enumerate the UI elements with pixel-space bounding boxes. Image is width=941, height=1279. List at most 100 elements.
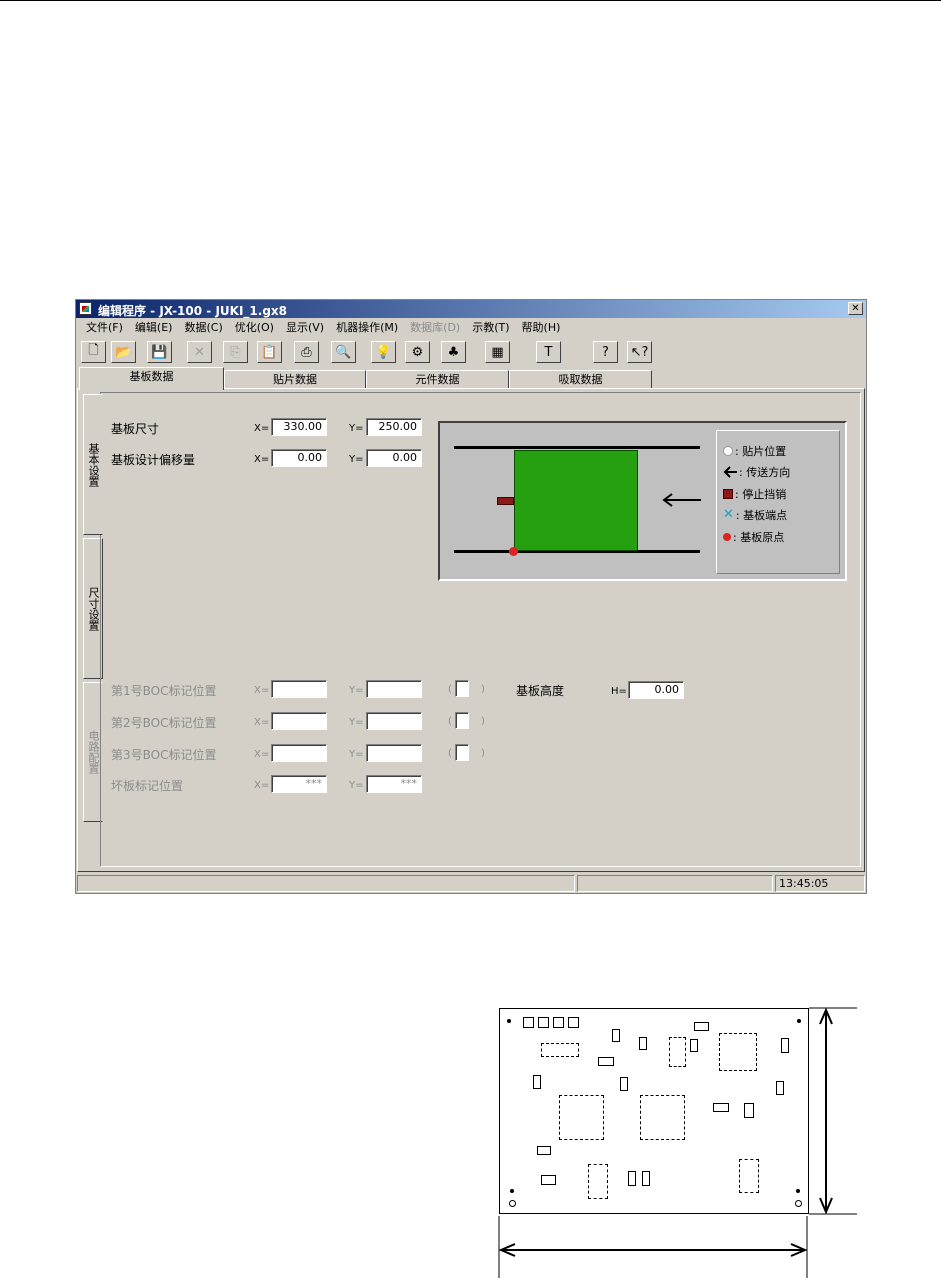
x-prefix: X=: [254, 454, 270, 465]
bad-mark-label: 坏板标记位置: [111, 779, 184, 793]
origin-dot-icon: [723, 533, 731, 541]
pcb-dimension-lines: [498, 1007, 857, 1278]
conveyor-rail-top: [454, 446, 700, 449]
x-prefix: X=: [254, 717, 270, 728]
stop-pin-marker: [497, 497, 514, 505]
h-prefix: H=: [611, 686, 627, 697]
tab-component-data[interactable]: 元件数据: [366, 370, 509, 389]
lightbulb-icon: 💡: [375, 344, 392, 360]
legend-item: : 贴片位置: [723, 443, 786, 459]
boc-mark-y-field[interactable]: [366, 712, 422, 730]
boc-mark-x-field[interactable]: [271, 744, 327, 762]
boc-mark-label: 第3号BOC标记位置: [111, 748, 217, 762]
side-tab-label: 基本设置: [87, 442, 100, 487]
print-icon: ⎙: [301, 344, 312, 360]
text-button[interactable]: T: [536, 341, 561, 363]
tab-pickup-data[interactable]: 吸取数据: [509, 370, 652, 389]
boc-mark-checkbox[interactable]: [455, 680, 469, 697]
legend-item: : 基板原点: [723, 529, 784, 545]
paren-open: (: [448, 716, 452, 727]
boc-mark-y-field[interactable]: [366, 744, 422, 762]
boc-mark-label: 第1号BOC标记位置: [111, 684, 217, 698]
side-tab-label: 电路配置: [87, 730, 100, 774]
menu-item[interactable]: 机器操作(M): [330, 320, 404, 336]
status-cell-main: [77, 875, 575, 892]
menu-item[interactable]: 示教(T): [466, 320, 515, 336]
paren-close: ): [481, 684, 485, 695]
tab-label: 基板数据: [129, 370, 174, 383]
machine-icon: ⚙: [411, 344, 424, 360]
boc-mark-x-field[interactable]: [271, 712, 327, 730]
tab-label: 贴片数据: [273, 373, 317, 386]
binoculars-icon: 🔍: [335, 344, 352, 360]
tab-label: 吸取数据: [558, 373, 603, 386]
bad-mark-y-field[interactable]: ***: [366, 775, 422, 793]
open-folder-button[interactable]: 📂: [111, 341, 136, 363]
boc-mark-y-field[interactable]: [366, 680, 422, 698]
side-tab-basic[interactable]: 基本设置: [83, 394, 103, 535]
menu-item[interactable]: 显示(V): [280, 320, 330, 336]
status-cell-2: [577, 875, 773, 892]
new-file-icon: 🗋: [88, 343, 99, 358]
x-prefix: X=: [254, 780, 270, 791]
board-height-label: 基板高度: [516, 684, 565, 698]
arrow-left-icon: [723, 466, 737, 478]
save-icon: 💾: [151, 344, 168, 360]
boc-mark-x-field[interactable]: [271, 680, 327, 698]
y-prefix: Y=: [349, 423, 364, 434]
board-offset-y-field[interactable]: 0.00: [366, 449, 422, 467]
menu-item[interactable]: 编辑(E): [129, 320, 179, 336]
legend-text: : 贴片位置: [735, 445, 787, 458]
paste-icon: 📋: [261, 344, 278, 360]
board-diagram: : 贴片位置 : 传送方向 : 停止挡销 ✕ : 基板端点 : 基板原点: [438, 421, 847, 581]
x-prefix: X=: [254, 685, 270, 696]
cut-button[interactable]: ✕: [187, 341, 212, 363]
paren-open: (: [448, 748, 452, 759]
stop-pin-icon: [723, 489, 733, 499]
open-folder-icon: 📂: [115, 344, 132, 360]
boc-mark-checkbox[interactable]: [455, 712, 469, 729]
diagram-legend: : 贴片位置 : 传送方向 : 停止挡销 ✕ : 基板端点 : 基板原点: [716, 430, 840, 574]
tab-label: 元件数据: [415, 373, 460, 386]
new-file-button[interactable]: 🗋: [81, 341, 106, 363]
paste-button[interactable]: 📋: [257, 341, 282, 363]
board-button[interactable]: ▦: [485, 341, 510, 363]
board-edge-icon: ✕: [723, 507, 734, 522]
context-help-button[interactable]: ↖?: [627, 341, 652, 363]
x-prefix: X=: [254, 749, 270, 760]
board-size-y-field[interactable]: 250.00: [366, 418, 422, 436]
menu-item[interactable]: 帮助(H): [516, 320, 567, 336]
legend-item: ✕ : 基板端点: [723, 507, 787, 523]
close-button[interactable]: ✕: [848, 302, 863, 315]
copy-icon: ⎘: [230, 344, 241, 360]
copy-button[interactable]: ⎘: [223, 341, 248, 363]
tab-placement-data[interactable]: 贴片数据: [224, 370, 366, 389]
menu-item[interactable]: 文件(F): [80, 320, 129, 336]
parts-button[interactable]: ♣: [441, 341, 466, 363]
legend-text: : 基板原点: [733, 531, 785, 544]
context-help-icon: ↖?: [630, 344, 649, 360]
app-icon: [79, 302, 92, 315]
board-size-x-field[interactable]: 330.00: [271, 418, 327, 436]
help-button[interactable]: ?: [593, 341, 618, 363]
paren-open: (: [448, 684, 452, 695]
board-height-field[interactable]: 0.00: [628, 681, 684, 699]
pcb-board-shape: [514, 450, 638, 551]
machine-button[interactable]: ⚙: [405, 341, 430, 363]
board-icon: ▦: [491, 344, 504, 360]
cut-icon: ✕: [194, 344, 205, 360]
tab-board-data[interactable]: 基板数据: [79, 367, 224, 390]
text-icon: T: [544, 344, 553, 360]
menu-item[interactable]: 数据(C): [178, 320, 228, 336]
window-title: 编辑程序 - JX-100 - JUKI_1.gx8: [98, 304, 288, 318]
binoculars-button[interactable]: 🔍: [331, 341, 356, 363]
boc-mark-checkbox[interactable]: [455, 744, 469, 761]
board-offset-x-field[interactable]: 0.00: [271, 449, 327, 467]
menu-item[interactable]: 数据库(D): [404, 320, 466, 336]
print-button[interactable]: ⎙: [294, 341, 319, 363]
lightbulb-button[interactable]: 💡: [371, 341, 396, 363]
bad-mark-x-field[interactable]: ***: [271, 775, 327, 793]
menu-item[interactable]: 优化(O): [229, 320, 280, 336]
save-button[interactable]: 💾: [147, 341, 172, 363]
status-bar: 13:45:05: [77, 875, 865, 893]
